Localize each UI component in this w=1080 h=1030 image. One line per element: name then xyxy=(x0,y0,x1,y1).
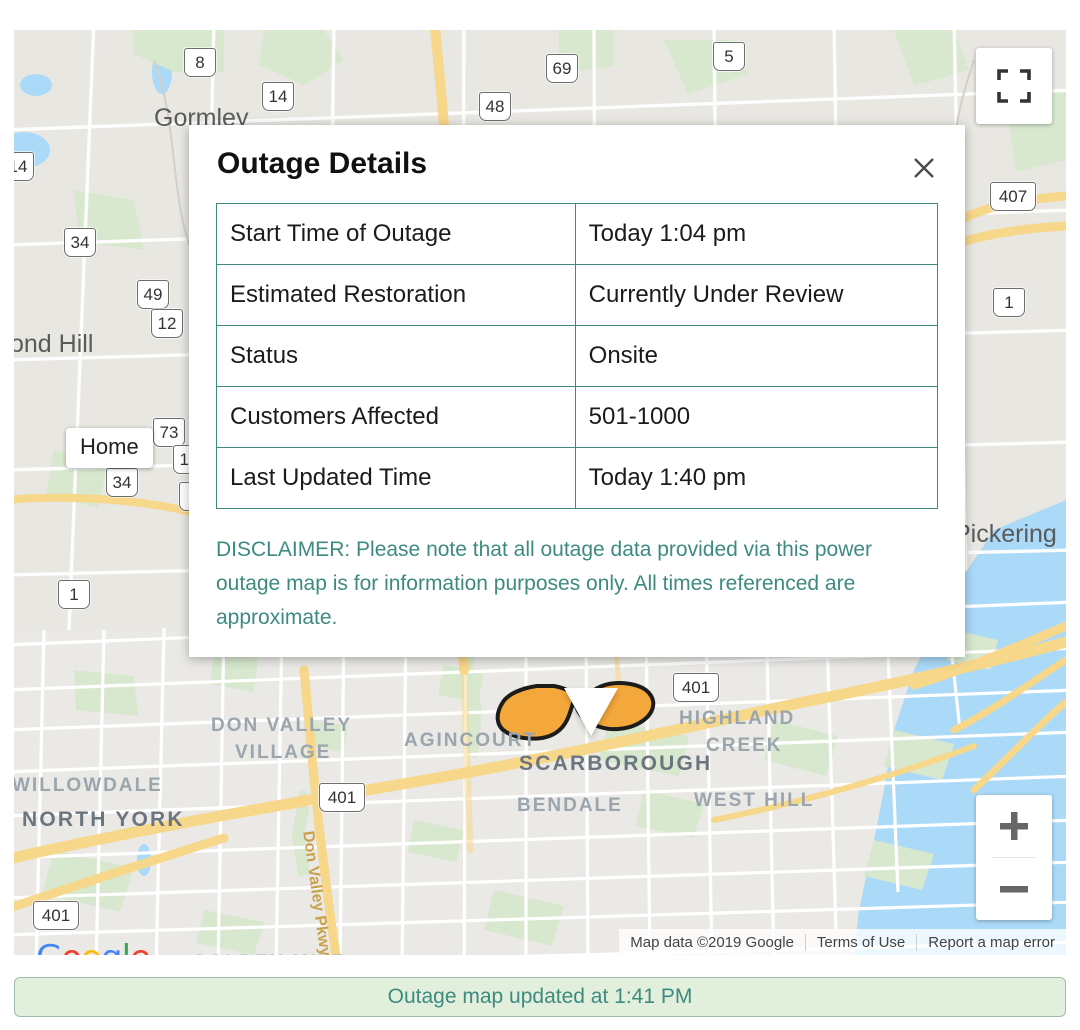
popup-pointer-tail xyxy=(564,688,618,736)
plus-icon xyxy=(1000,812,1028,840)
highway-shield: 401 xyxy=(319,783,365,812)
highway-shield: 1 xyxy=(993,288,1025,317)
google-logo-letter: o xyxy=(81,938,102,955)
table-row: Status Onsite xyxy=(216,325,939,387)
detail-value: Onsite xyxy=(574,325,939,387)
detail-label: Customers Affected xyxy=(216,386,576,448)
google-logo-letter: e xyxy=(130,938,151,955)
detail-label: Last Updated Time xyxy=(216,447,576,509)
fullscreen-button[interactable] xyxy=(976,48,1052,124)
highway-shield: 401 xyxy=(673,673,719,702)
highway-shield: 34 xyxy=(64,228,96,257)
highway-shield: 48 xyxy=(479,92,511,121)
detail-value: Currently Under Review xyxy=(574,264,939,326)
home-marker-label: Home xyxy=(80,434,139,459)
table-row: Customers Affected 501-1000 xyxy=(216,386,939,448)
zoom-out-button[interactable] xyxy=(976,858,1052,920)
fullscreen-icon xyxy=(997,69,1031,103)
close-icon xyxy=(914,158,934,178)
highway-shield: 34 xyxy=(106,468,138,497)
status-badge: Outage map updated at 1:41 PM xyxy=(14,977,1066,1017)
map-attribution-bar: Map data ©2019 Google Terms of Use Repor… xyxy=(619,929,1066,955)
terms-of-use-link[interactable]: Terms of Use xyxy=(804,933,916,951)
highway-shield: 73 xyxy=(153,418,185,447)
outage-details-table: Start Time of Outage Today 1:04 pm Estimat… xyxy=(216,203,939,509)
highway-shield: 5 xyxy=(713,42,745,71)
status-bar-text: Outage map updated at 1:41 PM xyxy=(387,985,693,1008)
detail-value: Today 1:04 pm xyxy=(574,203,939,265)
disclaimer-text: DISCLAIMER: Please note that all outage … xyxy=(216,538,873,630)
zoom-in-button[interactable] xyxy=(976,795,1052,857)
google-logo-letter: l xyxy=(122,938,132,955)
highway-shield: 8 xyxy=(184,48,216,77)
highway-shield: 14 xyxy=(262,82,294,111)
minus-icon xyxy=(1000,886,1028,893)
detail-label: Estimated Restoration xyxy=(216,264,576,326)
highway-shield: 12 xyxy=(151,309,183,338)
detail-value: 501-1000 xyxy=(574,386,939,448)
detail-label: Start Time of Outage xyxy=(216,203,576,265)
power-outage-map-page: Gormley ond Hill Pickering DON VALLEY VILLAG… xyxy=(0,0,1080,1030)
table-row: Last Updated Time Today 1:40 pm xyxy=(216,447,939,509)
google-logo: Google xyxy=(36,938,151,955)
detail-value: Today 1:40 pm xyxy=(574,447,939,509)
outage-details-popup: Outage Details Start Time of Outage Today… xyxy=(189,125,965,658)
highway-shield: 1 xyxy=(58,580,90,609)
close-button[interactable] xyxy=(907,151,941,185)
map-data-attribution: Map data ©2019 Google xyxy=(630,933,794,951)
popup-header: Outage Details xyxy=(189,125,965,185)
detail-label: Status xyxy=(216,325,576,387)
highway-shield: 407 xyxy=(990,182,1036,211)
highway-shield: 69 xyxy=(546,54,578,83)
table-row: Estimated Restoration Currently Under Rev… xyxy=(216,264,939,326)
zoom-controls[interactable] xyxy=(976,795,1052,920)
table-row: Start Time of Outage Today 1:04 pm xyxy=(216,203,939,265)
google-logo-letter: o xyxy=(61,938,82,955)
highway-shield: 49 xyxy=(137,280,169,309)
highway-shield: 401 xyxy=(33,901,79,930)
highway-shield: 14 xyxy=(14,152,34,181)
home-marker[interactable]: Home xyxy=(66,428,153,468)
google-logo-letter: G xyxy=(36,938,62,955)
report-map-error-link[interactable]: Report a map error xyxy=(916,933,1066,951)
google-logo-letter: g xyxy=(101,938,123,955)
page-title: Outage Details xyxy=(217,147,428,180)
